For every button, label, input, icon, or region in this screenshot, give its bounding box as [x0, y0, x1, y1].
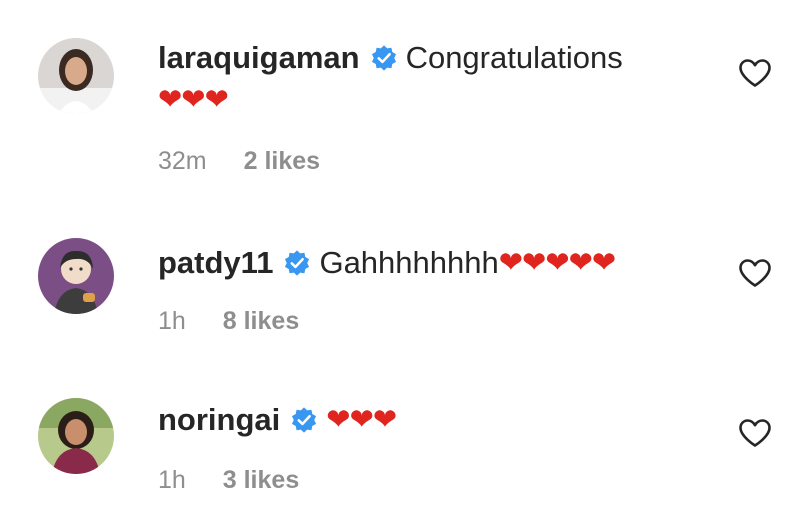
comment-likes-count[interactable]: 2 likes	[244, 147, 320, 175]
comment-text: Congratulations	[405, 40, 623, 75]
verified-badge-icon	[370, 44, 398, 72]
avatar[interactable]	[38, 238, 114, 314]
comment-timestamp[interactable]: 32m	[158, 147, 207, 175]
comment-username[interactable]: patdy11	[158, 245, 273, 281]
avatar[interactable]	[38, 398, 114, 474]
heart-emoji-group: ❤❤❤	[158, 84, 229, 116]
verified-badge-icon	[283, 249, 311, 277]
like-heart-icon[interactable]	[738, 58, 772, 88]
like-heart-icon[interactable]	[738, 258, 772, 288]
comment-username[interactable]: noringai	[158, 402, 280, 438]
heart-emoji-group: ❤❤❤❤❤	[498, 247, 616, 279]
comment-likes-count[interactable]: 3 likes	[223, 466, 299, 494]
comment-username[interactable]: laraquigaman	[158, 40, 360, 76]
verified-badge-icon	[290, 406, 318, 434]
heart-emoji-group: ❤❤❤	[326, 404, 397, 436]
comment-text: Gahhhhhhhh	[319, 245, 499, 280]
comment-timestamp[interactable]: 1h	[158, 307, 186, 335]
like-heart-icon[interactable]	[738, 418, 772, 448]
avatar[interactable]	[38, 38, 114, 114]
comment-likes-count[interactable]: 8 likes	[223, 307, 299, 335]
comment-timestamp[interactable]: 1h	[158, 466, 186, 494]
